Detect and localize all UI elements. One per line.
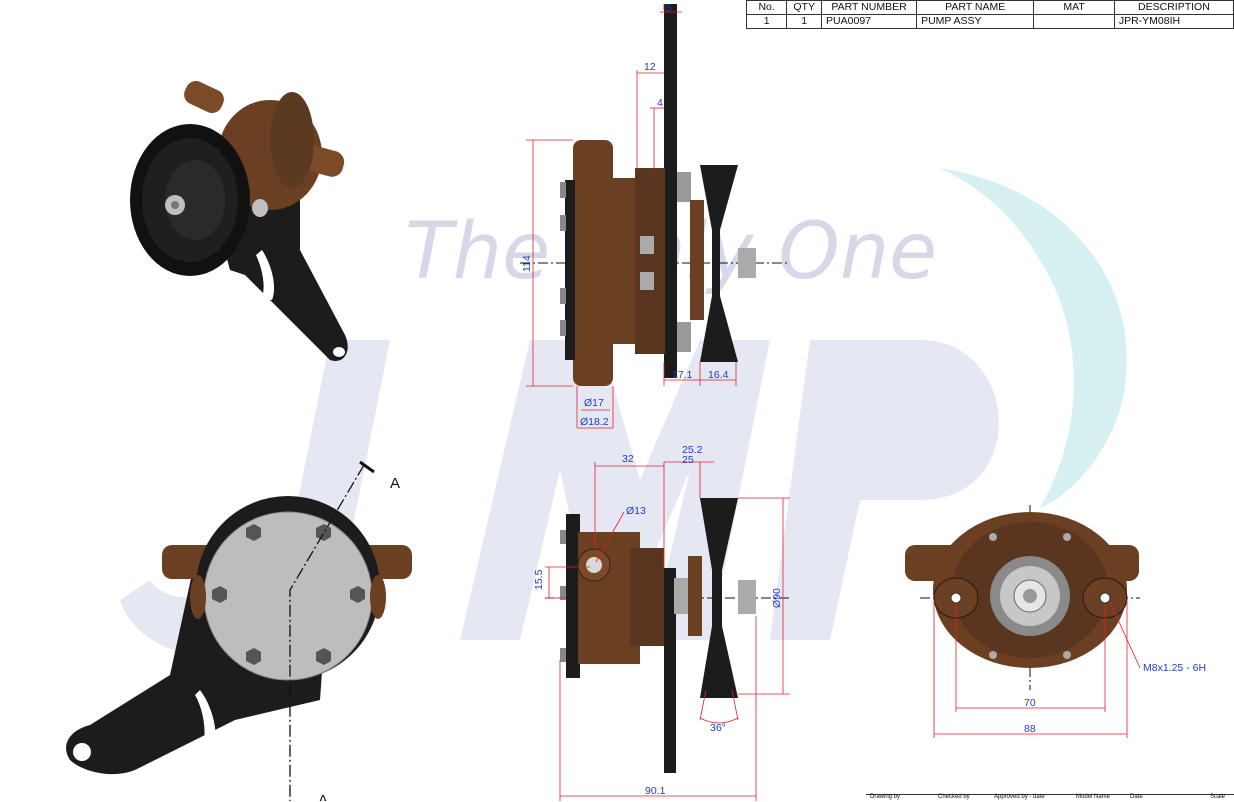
title-block-approved-by: Approved by - date (994, 794, 1045, 800)
dim-dia-18-2: Ø18.2 (580, 416, 609, 428)
bom-cell-part-number: PUA0097 (821, 14, 918, 29)
title-block-checked-by: Checked by (938, 794, 970, 800)
dim-5: 5 (666, 2, 672, 14)
bom-cell-part-name: PUMP ASSY (916, 14, 1035, 29)
bom-row: 1 1 PUA0097 PUMP ASSY JPR-YM08IH (745, 14, 1234, 29)
title-block-drawing-by: Drawing by (870, 794, 901, 800)
end-view: 70 88 M8x1.25 - 6H (905, 505, 1206, 738)
dim-4: 4 (657, 97, 663, 109)
title-block-scale: Scale (1210, 794, 1226, 800)
dim-16-4: 16.4 (708, 369, 729, 381)
bom-table: No. QTY PART NUMBER PART NAME MAT DESCRI… (745, 0, 1234, 29)
title-block-date: Date (1130, 794, 1143, 800)
section-label-top: A (390, 475, 400, 492)
bom-cell-qty: 1 (786, 14, 823, 29)
dim-15-5: 15.5 (533, 569, 545, 590)
dim-70: 70 (1024, 697, 1036, 709)
front-view: A A (66, 460, 412, 801)
bom-header-qty: QTY (786, 0, 823, 15)
technical-drawing: The Only One (66, 2, 1206, 801)
title-block-model-name: Model Name (1076, 794, 1111, 800)
bom-header-part-name: PART NAME (916, 0, 1035, 15)
dim-90-1: 90.1 (645, 785, 666, 797)
bom-cell-description: JPR-YM08IH (1113, 14, 1234, 29)
section-label-bottom: A (318, 792, 328, 801)
bom-header-description: DESCRIPTION (1113, 0, 1234, 15)
dim-32: 32 (622, 453, 634, 465)
dim-dia-17: Ø17 (584, 397, 604, 409)
dim-dia-13: Ø13 (626, 505, 646, 517)
bom-header-mat: MAT (1033, 0, 1115, 15)
bom-header-no: No. (745, 0, 788, 15)
isometric-view (130, 80, 348, 361)
bom-header-row: No. QTY PART NUMBER PART NAME MAT DESCRI… (745, 0, 1234, 15)
dim-12: 12 (644, 61, 656, 73)
bom-cell-no: 1 (745, 14, 788, 29)
thread-callout: M8x1.25 - 6H (1143, 662, 1206, 674)
dim-88: 88 (1024, 723, 1036, 735)
bom-cell-mat (1033, 14, 1115, 29)
dim-dia-90: Ø90 (771, 588, 783, 608)
dim-114: 114 (521, 255, 533, 272)
dim-angle-36: 36° (710, 722, 726, 734)
dim-17-1: 17.1 (672, 369, 693, 381)
dim-25: 25 (682, 454, 694, 466)
bom-header-part-number: PART NUMBER (821, 0, 918, 15)
